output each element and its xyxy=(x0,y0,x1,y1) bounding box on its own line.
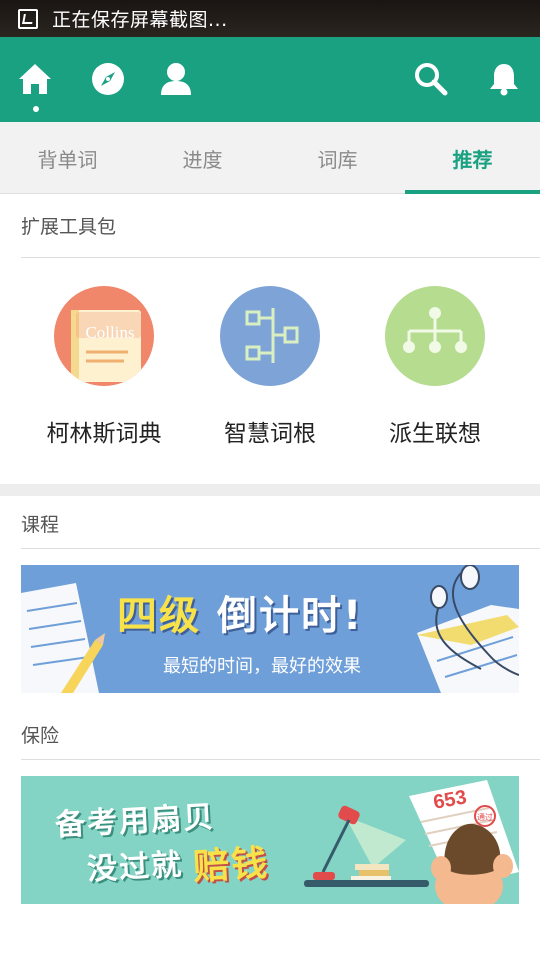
collins-book-text: Collins xyxy=(85,323,134,342)
home-button[interactable] xyxy=(15,59,55,99)
tool-derivation[interactable]: 派生联想 xyxy=(355,286,515,448)
screenshot-icon xyxy=(18,8,38,29)
banner-headline-level: 四级 xyxy=(117,593,201,639)
tools-section-title: 扩展工具包 xyxy=(21,216,117,238)
compass-icon xyxy=(92,63,124,95)
tab-bar: 背单词 进度 词库 推荐 xyxy=(0,122,540,194)
search-icon xyxy=(415,63,448,96)
status-text: 正在保存屏幕截图... xyxy=(52,9,228,31)
banner-subline: 最短的时间，最好的效果 xyxy=(163,656,361,677)
notifications-button[interactable] xyxy=(484,59,524,99)
profile-icon xyxy=(161,63,191,95)
banner-refund-word: 赔钱 xyxy=(192,843,271,888)
section-gap xyxy=(0,484,540,496)
active-page-dot xyxy=(33,106,39,112)
tab-wordbank[interactable]: 词库 xyxy=(270,122,405,194)
bell-icon xyxy=(490,64,518,96)
tab-recommend[interactable]: 推荐 xyxy=(405,122,540,194)
profile-button[interactable] xyxy=(156,59,196,99)
insurance-section-title: 保险 xyxy=(21,725,60,747)
banner-line-1: 备考用扇贝 xyxy=(54,799,216,844)
banner-line-2: 没过就 xyxy=(86,847,185,888)
app-bar xyxy=(0,37,540,122)
exam-pass-stamp-text: 通过 xyxy=(477,812,493,822)
course-section-title: 课程 xyxy=(21,514,60,536)
tool-word-root-label: 智慧词根 xyxy=(224,421,316,447)
divider xyxy=(21,257,540,258)
tab-active-indicator xyxy=(405,190,540,194)
divider xyxy=(21,548,540,549)
search-button[interactable] xyxy=(411,59,451,99)
cet4-countdown-banner[interactable]: 四级 倒计时! 最短的时间，最好的效果 xyxy=(21,565,519,693)
tool-word-root[interactable]: 智慧词根 xyxy=(190,286,350,448)
tool-collins[interactable]: Collins 柯林斯词典 xyxy=(24,286,184,448)
tab-progress[interactable]: 进度 xyxy=(135,122,270,194)
word-root-tree-icon xyxy=(220,286,320,386)
tool-collins-label: 柯林斯词典 xyxy=(46,421,162,447)
divider xyxy=(21,759,540,760)
collins-book-icon: Collins xyxy=(54,286,154,386)
discover-button[interactable] xyxy=(88,59,128,99)
status-bar: 正在保存屏幕截图... xyxy=(0,0,540,37)
home-icon xyxy=(19,64,51,94)
tool-derivation-label: 派生联想 xyxy=(389,421,481,447)
banner-headline-countdown: 倒计时! xyxy=(217,593,364,639)
tab-memorize[interactable]: 背单词 xyxy=(0,122,135,194)
derivation-tree-icon xyxy=(385,286,485,386)
pass-guarantee-banner[interactable]: 653 通过 备考用扇贝 没过就 赔钱 xyxy=(21,776,519,904)
